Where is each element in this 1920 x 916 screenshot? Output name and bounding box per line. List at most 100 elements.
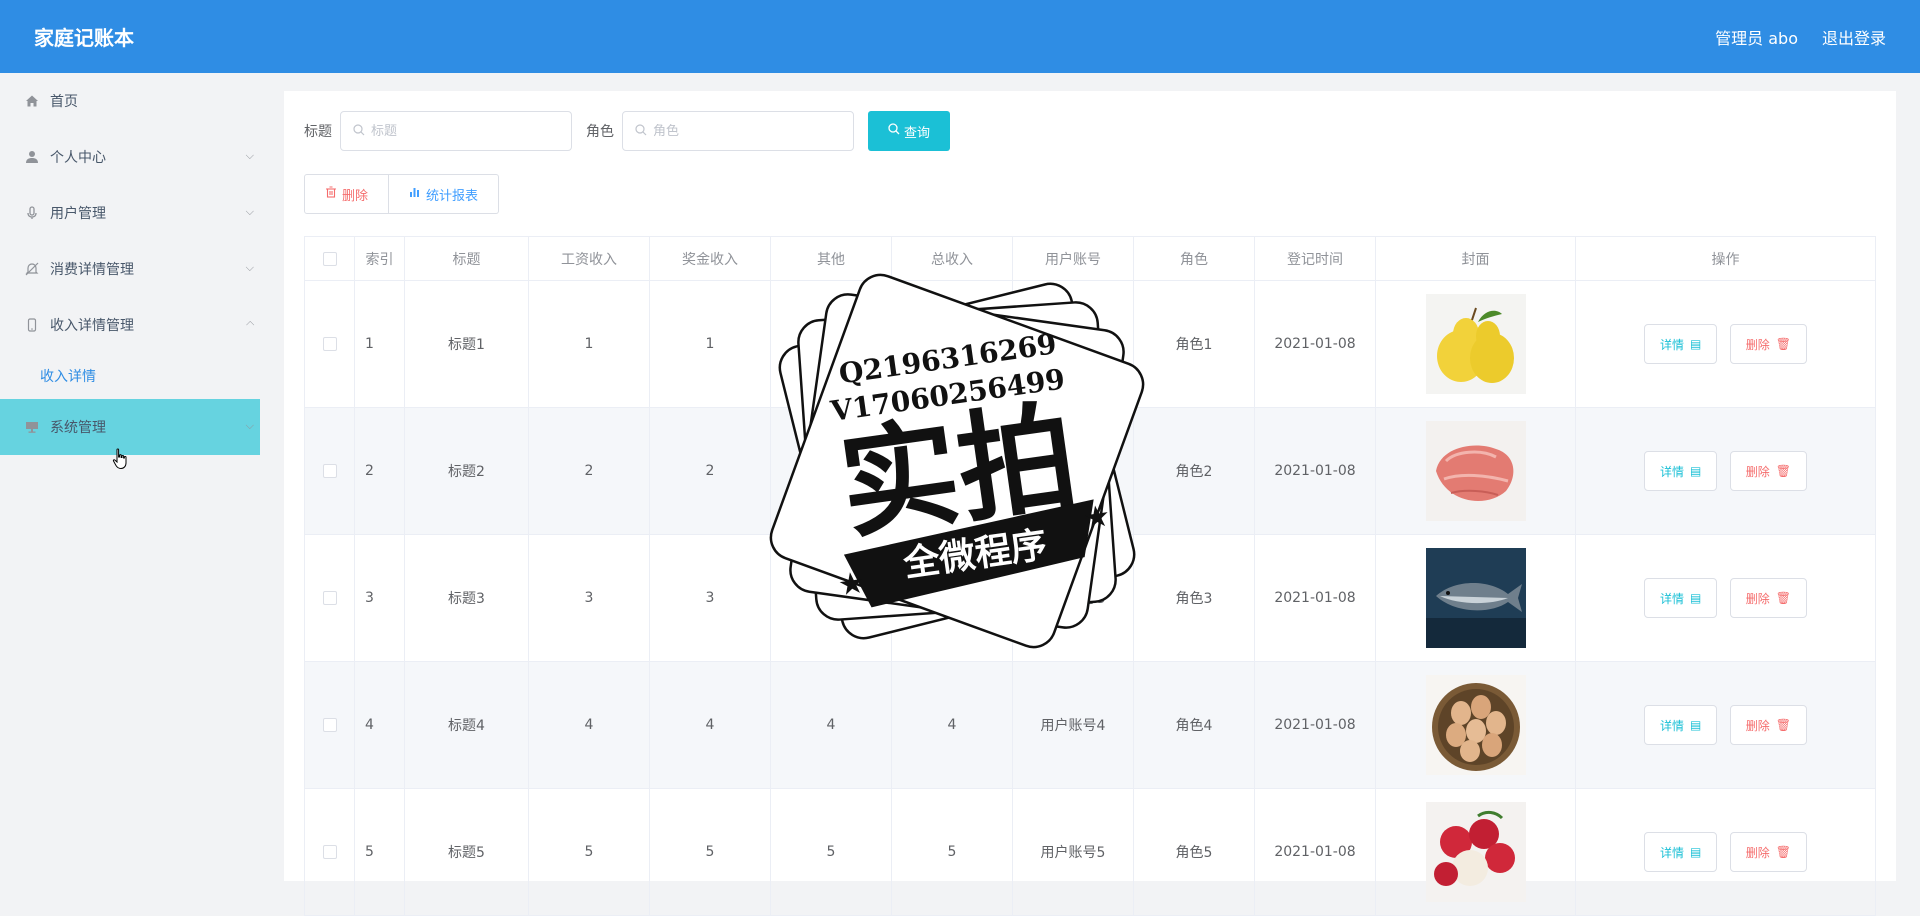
main-panel: 标题 角色 查询 删除 <box>284 91 1896 916</box>
cell-bonus: 5 <box>649 788 771 916</box>
cell-cover <box>1375 788 1576 916</box>
cell-other: 4 <box>770 661 892 789</box>
cell-index: 4 <box>354 661 405 789</box>
cover-image-eggs[interactable] <box>1425 675 1526 775</box>
sidebar-item-personal-center[interactable]: 个人中心 ⌵ <box>0 129 260 185</box>
row-select-cell <box>304 661 355 789</box>
chevron-down-icon: ⌵ <box>245 205 254 218</box>
sidebar-item-system-management[interactable]: 系统管理 ⌵ <box>0 399 260 455</box>
hand-cursor-icon <box>112 448 127 470</box>
trash-icon: 🗑 <box>1775 591 1792 605</box>
sidebar-subitem-income-detail[interactable]: 收入详情 <box>0 353 260 399</box>
cover-image-pears[interactable] <box>1425 294 1526 394</box>
view-label: 详情 <box>1659 845 1684 860</box>
cell-title: 标题4 <box>404 661 529 789</box>
sidebar-item-label: 个人中心 <box>50 150 106 166</box>
row-select-cell <box>304 788 355 916</box>
cell-actions: 详情 ▤ 删除 🗑 <box>1575 788 1876 916</box>
row-checkbox[interactable] <box>322 845 337 859</box>
cover-image-lychee[interactable] <box>1425 802 1526 902</box>
select-all-checkbox[interactable] <box>322 251 337 266</box>
search-icon <box>888 123 900 139</box>
table-row: 1 标题1 1 1 1 1 用户账号1 角色1 2021-01-08 详情 ▤ … <box>304 280 1876 408</box>
title-search-field[interactable] <box>340 111 572 151</box>
row-delete-button[interactable]: 删除 🗑 <box>1729 832 1808 872</box>
role-search-field[interactable] <box>622 111 854 151</box>
header-bonus: 奖金收入 <box>649 236 771 281</box>
cell-cover <box>1375 661 1576 789</box>
chevron-down-icon: ⌵ <box>245 419 254 432</box>
header-salary: 工资收入 <box>528 236 650 281</box>
query-button-label: 查询 <box>904 125 931 141</box>
row-checkbox[interactable] <box>322 464 337 478</box>
row-select-cell <box>304 534 355 662</box>
row-checkbox[interactable] <box>322 718 337 732</box>
query-button[interactable]: 查询 <box>868 111 951 151</box>
cover-image-fish[interactable] <box>1425 548 1526 648</box>
cell-title: 标题1 <box>404 280 529 408</box>
cell-role: 角色1 <box>1133 280 1255 408</box>
toolbar: 删除 统计报表 <box>304 174 500 214</box>
cell-salary: 5 <box>528 788 650 916</box>
batch-delete-button[interactable]: 删除 <box>304 174 390 214</box>
cell-bonus: 4 <box>649 661 771 789</box>
trash-icon: 🗑 <box>1775 718 1792 732</box>
view-detail-button[interactable]: 详情 ▤ <box>1643 578 1718 618</box>
document-icon: ▤ <box>1689 591 1702 605</box>
sidebar-item-home[interactable]: 首页 <box>0 73 260 129</box>
cell-role: 角色2 <box>1133 407 1255 535</box>
role-search-input[interactable] <box>653 123 833 139</box>
cell-time: 2021-01-08 <box>1254 534 1376 662</box>
view-detail-button[interactable]: 详情 ▤ <box>1643 451 1718 491</box>
microphone-icon <box>24 205 40 221</box>
cell-total: 4 <box>891 661 1013 789</box>
cell-time: 2021-01-08 <box>1254 788 1376 916</box>
cell-account: 用户账号2 <box>1012 407 1134 535</box>
title-search-input[interactable] <box>371 123 551 139</box>
sidebar-item-income-management[interactable]: 收入详情管理 ⌵ <box>0 297 260 353</box>
view-detail-button[interactable]: 详情 ▤ <box>1643 324 1718 364</box>
cell-index: 1 <box>354 280 405 408</box>
sidebar-item-label: 收入详情管理 <box>50 318 134 334</box>
row-delete-button[interactable]: 删除 🗑 <box>1729 324 1808 364</box>
sidebar-item-user-management[interactable]: 用户管理 ⌵ <box>0 185 260 241</box>
chevron-up-icon: ⌵ <box>245 318 254 331</box>
sidebar-item-expense-management[interactable]: 消费详情管理 ⌵ <box>0 241 260 297</box>
row-select-cell <box>304 407 355 535</box>
cell-bonus: 2 <box>649 407 771 535</box>
row-delete-button[interactable]: 删除 🗑 <box>1729 705 1808 745</box>
row-delete-button[interactable]: 删除 🗑 <box>1729 578 1808 618</box>
cell-time: 2021-01-08 <box>1254 407 1376 535</box>
view-detail-button[interactable]: 详情 ▤ <box>1643 832 1718 872</box>
cell-time: 2021-01-08 <box>1254 661 1376 789</box>
document-icon: ▤ <box>1689 464 1702 478</box>
cell-role: 角色4 <box>1133 661 1255 789</box>
cell-other: 5 <box>770 788 892 916</box>
row-checkbox[interactable] <box>322 591 337 605</box>
view-detail-button[interactable]: 详情 ▤ <box>1643 705 1718 745</box>
header-actions: 操作 <box>1575 236 1876 281</box>
income-table: 索引 标题 工资收入 奖金收入 其他 总收入 用户账号 角色 登记时间 封面 操… <box>304 236 1876 916</box>
cell-other: 3 <box>770 534 892 662</box>
trash-icon: 🗑 <box>1775 464 1792 478</box>
cell-actions: 详情 ▤ 删除 🗑 <box>1575 661 1876 789</box>
row-delete-label: 删除 <box>1745 337 1770 352</box>
cell-total: 5 <box>891 788 1013 916</box>
table-row: 3 标题3 3 3 3 3 用户账号3 角色3 2021-01-08 详情 ▤ … <box>304 534 1876 662</box>
cover-image-meat[interactable] <box>1425 421 1526 521</box>
row-checkbox[interactable] <box>322 337 337 351</box>
document-icon: ▤ <box>1689 718 1702 732</box>
cell-total: 3 <box>891 534 1013 662</box>
admin-label[interactable]: 管理员 abo <box>1715 25 1798 49</box>
row-select-cell <box>304 280 355 408</box>
statistics-report-button[interactable]: 统计报表 <box>389 174 500 214</box>
title-filter-label: 标题 <box>304 124 332 140</box>
logout-link[interactable]: 退出登录 <box>1822 25 1886 49</box>
cell-title: 标题5 <box>404 788 529 916</box>
table-header-row: 索引 标题 工资收入 奖金收入 其他 总收入 用户账号 角色 登记时间 封面 操… <box>304 236 1876 281</box>
cell-bonus: 1 <box>649 280 771 408</box>
sidebar-item-label: 系统管理 <box>50 420 106 436</box>
user-icon <box>24 149 40 165</box>
row-delete-button[interactable]: 删除 🗑 <box>1729 451 1808 491</box>
search-icon <box>635 123 647 139</box>
